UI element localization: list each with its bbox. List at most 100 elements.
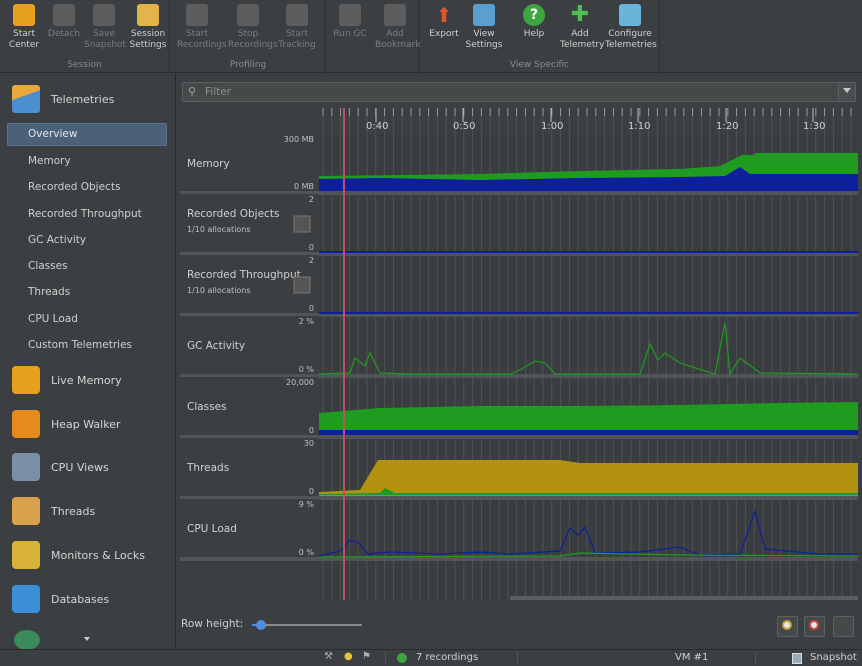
sidebar-section-cpu-views[interactable]: CPU Views — [12, 452, 109, 482]
session-settings-button[interactable]: Session Settings — [128, 2, 168, 51]
hammer-icon[interactable]: ⚒ — [324, 651, 333, 662]
toolbar-button-label: Save Snapshot — [84, 29, 127, 50]
monitors-locks-icon — [12, 541, 40, 569]
save-snapshot-icon — [93, 4, 115, 26]
sidebar-item-recorded-throughput[interactable]: Recorded Throughput — [28, 208, 142, 220]
y-axis-min: 0 — [309, 426, 314, 435]
start-recordings-button[interactable]: Start Recordings — [177, 2, 227, 51]
row-height-label: Row height: — [181, 618, 244, 630]
y-axis-max: 2 — [309, 195, 314, 204]
toolbar-group-title: Session — [67, 60, 102, 70]
zoom-out-icon — [809, 620, 819, 630]
save-snapshot-button[interactable]: Save Snapshot — [84, 2, 127, 51]
view-settings-icon — [473, 4, 495, 26]
databases-icon — [12, 585, 40, 613]
configure-telemetries-icon — [619, 4, 641, 26]
y-axis-min: 0 — [309, 487, 314, 496]
timeline-tick-label: 1:30 — [803, 121, 825, 132]
toolbar-group: ⬆ Export View Settings ? Help ✚ Add Telemetry Con… — [420, 0, 660, 73]
filter-dropdown-button[interactable] — [838, 83, 855, 101]
run-gc-button[interactable]: Run GC — [330, 2, 370, 40]
zoom-in-button[interactable] — [777, 616, 798, 637]
toolbar-group: Start Recordings Stop Recordings Start Tracki… — [171, 0, 326, 73]
zoom-fit-button[interactable] — [833, 616, 854, 637]
recording-status-icon — [397, 653, 407, 663]
detach-button[interactable]: Detach — [44, 2, 84, 40]
view-settings-button[interactable]: View Settings — [464, 2, 504, 51]
sidebar-section-databases[interactable]: Databases — [12, 584, 109, 614]
toolbar-button-label: Export — [429, 29, 459, 39]
sidebar-item-custom-telemetries[interactable]: Custom Telemetries — [28, 339, 132, 351]
start-tracking-button[interactable]: Start Tracking — [277, 2, 317, 51]
sidebar-item-threads[interactable]: Threads — [28, 286, 70, 298]
toolbar-button-label: Session Settings — [129, 29, 167, 50]
row-height-slider-thumb[interactable] — [255, 620, 266, 630]
sidebar-section-monitors-locks[interactable]: Monitors & Locks — [12, 540, 145, 570]
lightbulb-icon[interactable]: ● — [344, 651, 353, 662]
toolbar-button-label: Start Tracking — [278, 29, 316, 50]
chevron-down-icon[interactable] — [84, 637, 90, 641]
toolbar-button-label: Run GC — [333, 29, 367, 39]
sidebar-section-label: Live Memory — [51, 373, 122, 387]
search-icon: ⚲ — [188, 85, 197, 98]
heap-walker-icon — [12, 410, 40, 438]
sidebar-section-heap-walker[interactable]: Heap Walker — [12, 409, 121, 439]
sidebar-section-label: Databases — [51, 592, 110, 606]
threads-runnable-area — [319, 460, 858, 496]
bottom-bar: Row height: — [177, 612, 862, 649]
zoom-out-button[interactable] — [804, 616, 825, 637]
row-height-slider[interactable] — [252, 620, 362, 630]
row-title: CPU Load — [187, 523, 237, 535]
sidebar-section-label: CPU Views — [51, 460, 109, 474]
y-axis-max: 30 — [304, 439, 314, 448]
start-center-button[interactable]: Start Center — [4, 2, 44, 51]
sidebar-more-icon[interactable] — [14, 630, 40, 649]
sidebar-section-telemetries[interactable]: Telemetries — [12, 84, 114, 114]
toolbar-button-label: Add Telemetry — [560, 29, 605, 50]
stop-recordings-icon — [237, 4, 259, 26]
snapshot-label[interactable]: Snapshot — [810, 652, 857, 663]
filter-input[interactable]: ⚲ Filter — [182, 82, 856, 102]
sidebar-item-memory[interactable]: Memory — [28, 155, 71, 167]
stop-recordings-button[interactable]: Stop Recordings — [228, 2, 278, 51]
sidebar-section-threads[interactable]: Threads — [12, 496, 95, 526]
add-bookmark-button[interactable]: Add Bookmark — [375, 2, 421, 51]
help-button[interactable]: ? Help — [514, 2, 554, 40]
row-subtitle: 1/10 allocations — [187, 286, 251, 295]
row-title: GC Activity — [187, 340, 245, 352]
vm-label[interactable]: VM #1 — [675, 652, 708, 663]
export-button[interactable]: ⬆ Export — [424, 2, 464, 40]
recordings-count[interactable]: 7 recordings — [416, 652, 478, 663]
sidebar-section-label: Threads — [51, 504, 96, 518]
y-axis-min: 0 MB — [294, 182, 314, 191]
sidebar-section-label: Heap Walker — [51, 417, 121, 431]
sidebar-item-recorded-objects[interactable]: Recorded Objects — [28, 181, 120, 193]
classes-base-area — [319, 430, 858, 435]
timeline-header — [319, 108, 858, 134]
y-axis-max: 300 MB — [284, 135, 314, 144]
configure-telemetries-button[interactable]: Configure Telemetries — [605, 2, 657, 51]
telemetries-icon — [12, 85, 40, 113]
row-subtitle: 1/10 allocations — [187, 225, 251, 234]
recording-toggle-icon[interactable] — [293, 215, 311, 233]
y-axis-min: 0 — [309, 304, 314, 313]
sidebar-section-live-memory[interactable]: Live Memory — [12, 365, 122, 395]
sidebar-item-cpu-load[interactable]: CPU Load — [28, 313, 78, 325]
divider — [755, 652, 756, 665]
add-telemetry-button[interactable]: ✚ Add Telemetry — [560, 2, 605, 51]
horizontal-scrollbar[interactable] — [510, 596, 858, 600]
toolbar: Start Center Detach Save Snapshot Session Sett… — [0, 0, 862, 73]
row-title: Recorded Objects — [187, 208, 279, 220]
telemetry-chart-area[interactable]: 0:40 0:50 1:00 1:10 1:20 1:30 Memory 300 MB 0 MB… — [180, 108, 858, 600]
flag-icon[interactable]: ⚑ — [362, 651, 371, 662]
sidebar-item-overview[interactable]: Overview — [7, 123, 167, 146]
row-title: Memory — [187, 158, 230, 170]
row-title: Classes — [187, 401, 227, 413]
y-axis-min: 0 — [309, 243, 314, 252]
timeline-tick-label: 1:10 — [628, 121, 650, 132]
toolbar-button-label: Configure Telemetries — [605, 29, 657, 50]
sidebar-item-gc-activity[interactable]: GC Activity — [28, 234, 86, 246]
sidebar-item-classes[interactable]: Classes — [28, 260, 68, 272]
run-gc-icon — [339, 4, 361, 26]
recording-toggle-icon[interactable] — [293, 276, 311, 294]
